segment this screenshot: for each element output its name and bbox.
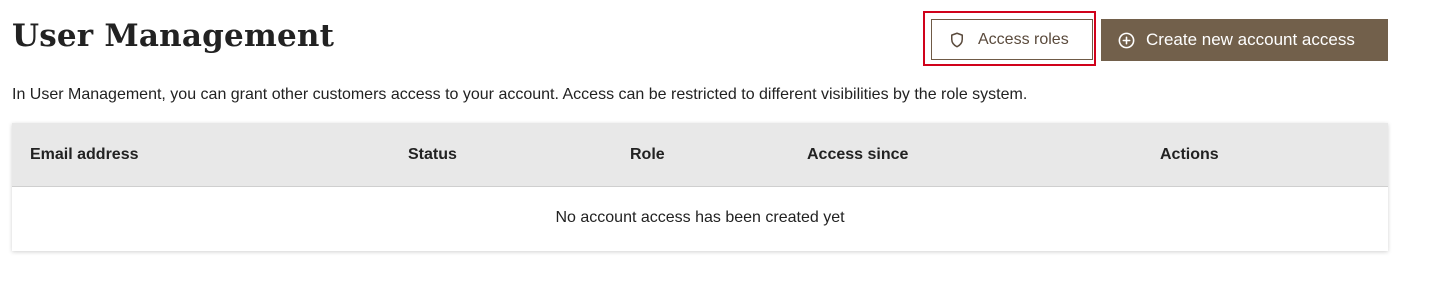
account-access-table: Email address Status Role Access since A… [12, 123, 1388, 251]
column-header-email: Email address [30, 146, 139, 163]
access-roles-label: Access roles [978, 30, 1069, 48]
column-header-status: Status [408, 146, 457, 163]
column-header-actions: Actions [1160, 146, 1219, 163]
shield-icon [948, 31, 966, 49]
empty-state-message: No account access has been created yet [555, 209, 845, 226]
create-account-access-label: Create new account access [1146, 30, 1355, 49]
create-account-access-button[interactable]: Create new account access [1101, 19, 1388, 61]
column-header-role: Role [630, 146, 665, 163]
page-title: User Management [12, 18, 335, 54]
access-roles-button[interactable]: Access roles [931, 19, 1093, 60]
table-header: Email address Status Role Access since A… [12, 123, 1388, 187]
column-header-access-since: Access since [807, 146, 909, 163]
plus-circle-icon [1117, 31, 1136, 50]
intro-text: In User Management, you can grant other … [12, 86, 1028, 103]
